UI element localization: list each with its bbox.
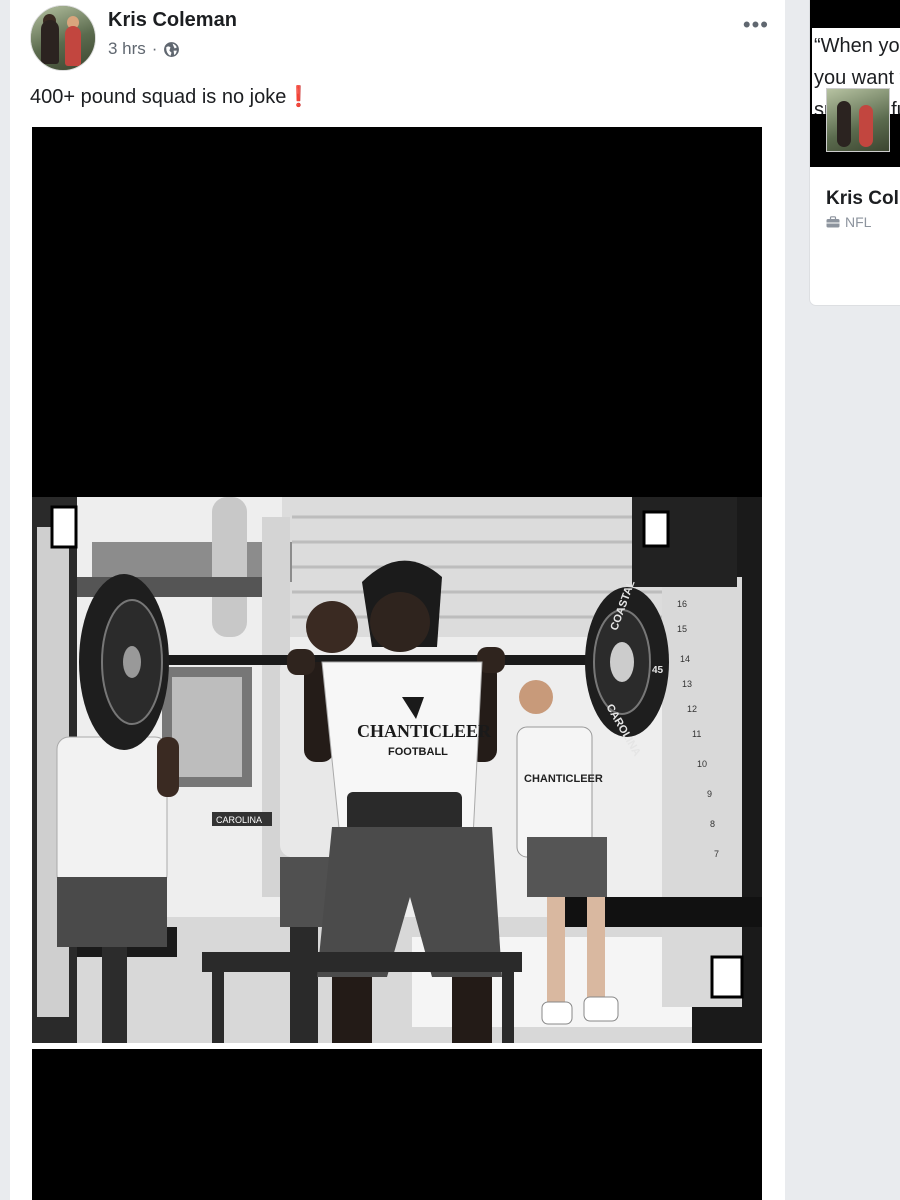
post-timestamp[interactable]: 3 hrs: [108, 39, 146, 59]
plate-number: 45: [652, 665, 664, 676]
rack-number: 11: [692, 729, 701, 739]
rack-number: 14: [680, 654, 690, 664]
author-avatar[interactable]: [30, 5, 96, 71]
post-text-body: 400+ pound squad is no joke: [30, 86, 287, 108]
gym-scene-illustration: CAROLINA 16 15 14 13 12 11 10 9 8 7 CHAN…: [32, 497, 762, 1049]
more-options-icon[interactable]: •••: [743, 12, 769, 38]
svg-text:CHANTICLEER: CHANTICLEER: [524, 773, 603, 785]
sidebar-quote-line: “When yo: [814, 35, 900, 57]
author-name[interactable]: Kris Coleman: [108, 9, 237, 32]
wall-sign: CAROLINA: [216, 815, 262, 825]
rack-number: 9: [707, 789, 712, 799]
sidebar-suggestion-card[interactable]: “When yo you want t sufu Kris Col NFL: [810, 0, 900, 305]
post-meta: 3 hrs ·: [108, 39, 180, 59]
rack-number: 10: [697, 759, 707, 769]
rack-number: 16: [677, 599, 687, 609]
rack-number: 8: [710, 819, 715, 829]
feed-post: Kris Coleman 3 hrs · ••• 400+ pound squa…: [10, 0, 785, 1200]
sidebar-profile-thumbnail[interactable]: [826, 88, 890, 152]
sidebar-profile-name[interactable]: Kris Col: [826, 188, 899, 210]
post-photo[interactable]: CAROLINA 16 15 14 13 12 11 10 9 8 7 CHAN…: [32, 127, 762, 1200]
meta-separator: ·: [151, 39, 158, 58]
rack-number: 12: [687, 704, 697, 714]
sidebar-quote-part: fu: [891, 99, 900, 114]
globe-icon[interactable]: [163, 41, 180, 58]
sidebar-category: NFL: [826, 214, 871, 230]
rack-number: 13: [682, 679, 692, 689]
sidebar-category-label: NFL: [845, 214, 872, 230]
gym-photo: CAROLINA 16 15 14 13 12 11 10 9 8 7 CHAN…: [32, 497, 762, 1049]
rack-number: 7: [714, 849, 719, 859]
shirt-text: CHANTICLEER: [357, 721, 492, 741]
rack-number: 15: [677, 624, 687, 634]
post-text: 400+ pound squad is no joke❗: [30, 84, 311, 109]
photo-border-line: [32, 1043, 762, 1049]
exclamation-emoji: ❗: [286, 86, 312, 108]
shirt-subtext: FOOTBALL: [388, 746, 448, 758]
briefcase-icon: [826, 216, 840, 228]
